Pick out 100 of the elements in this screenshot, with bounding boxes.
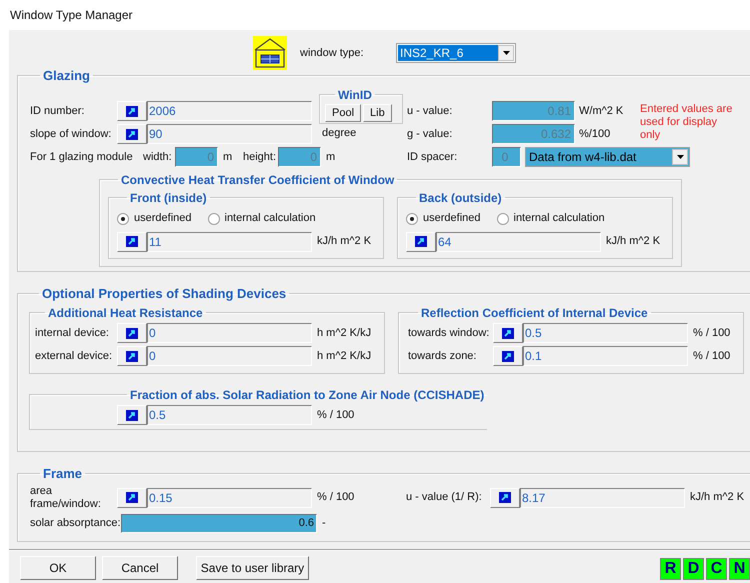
field-label: u - value: bbox=[407, 104, 452, 117]
readonly-field: 0.81 bbox=[492, 101, 575, 121]
unit-label: % / 100 bbox=[693, 350, 730, 362]
arrow-icon bbox=[126, 106, 138, 116]
pick-button[interactable] bbox=[117, 405, 147, 425]
winid-button[interactable]: Pool bbox=[325, 104, 362, 122]
absorptance-field[interactable]: 0.6 bbox=[121, 514, 317, 533]
unit-label: %/100 bbox=[579, 128, 610, 140]
field-label: ID number: bbox=[30, 104, 84, 117]
readonly-field: 0.632 bbox=[492, 124, 575, 144]
readonly-field: 0 bbox=[492, 147, 521, 167]
unit-label: % / 100 bbox=[317, 408, 354, 421]
value-field[interactable]: 0 bbox=[147, 346, 312, 366]
mode-button[interactable]: C bbox=[706, 558, 727, 580]
dropdown[interactable]: INS2_KR_6 bbox=[396, 43, 516, 63]
pick-button[interactable] bbox=[117, 346, 147, 366]
field-label: u - value (1/ R): bbox=[406, 491, 482, 504]
dialog-button[interactable]: OK bbox=[20, 556, 96, 580]
unit-label: m bbox=[223, 150, 232, 163]
value-field[interactable]: 2006 bbox=[147, 101, 312, 121]
field-label: slope of window: bbox=[30, 128, 112, 140]
arrow-icon bbox=[502, 328, 514, 338]
arrow-icon bbox=[126, 128, 138, 140]
field-label: height: bbox=[243, 150, 276, 163]
radio-label: internal calculation bbox=[514, 211, 605, 226]
pick-button[interactable] bbox=[117, 101, 147, 121]
arrow-icon bbox=[126, 350, 138, 362]
group-title: WinID bbox=[337, 86, 373, 104]
house-icon bbox=[253, 36, 287, 70]
dialog-button[interactable]: Save to user library bbox=[196, 556, 309, 580]
arrow-icon bbox=[126, 492, 138, 503]
group-title: Additional Heat Resistance bbox=[47, 304, 204, 322]
unit-label: kJ/h m^2 K bbox=[690, 491, 744, 504]
unit-label: h m^2 K/kJ bbox=[317, 350, 372, 362]
group-title: Back (outside) bbox=[418, 190, 503, 206]
dialog-button[interactable]: Cancel bbox=[102, 556, 178, 580]
value-field[interactable]: 0.15 bbox=[147, 488, 312, 508]
pick-button[interactable] bbox=[490, 488, 520, 508]
mode-button[interactable]: R bbox=[660, 558, 681, 580]
field-label: For 1 glazing module bbox=[30, 150, 133, 163]
readonly-field: 0 bbox=[175, 147, 218, 167]
radio-button[interactable] bbox=[406, 212, 418, 224]
pick-button[interactable] bbox=[117, 488, 147, 508]
arrow-icon bbox=[499, 492, 511, 503]
arrow-icon bbox=[126, 236, 138, 247]
arrow-icon bbox=[126, 328, 138, 338]
pick-button[interactable] bbox=[117, 124, 147, 144]
unit-label: kJ/h m^2 K bbox=[317, 235, 372, 248]
unit-label: % / 100 bbox=[317, 491, 354, 504]
mode-button[interactable]: D bbox=[683, 558, 704, 580]
pick-button[interactable] bbox=[493, 346, 523, 366]
radio-button[interactable] bbox=[208, 212, 220, 224]
field-label: towards window: bbox=[408, 326, 490, 339]
group-title: Optional Properties of Shading Devices bbox=[41, 285, 288, 303]
group-title: Convective Heat Transfer Coefficient of Window bbox=[120, 172, 396, 188]
field-label: external device: bbox=[35, 350, 112, 362]
field-label: g - value: bbox=[407, 128, 452, 140]
unit-label: - bbox=[322, 517, 326, 530]
pick-button[interactable] bbox=[117, 323, 147, 343]
value-field[interactable]: 8.17 bbox=[520, 488, 685, 508]
value-field[interactable]: 64 bbox=[436, 232, 601, 252]
mode-button[interactable]: N bbox=[729, 558, 750, 580]
field-label: internal device: bbox=[35, 326, 109, 339]
readonly-field: 0 bbox=[278, 147, 321, 167]
unit-label: kJ/h m^2 K bbox=[606, 235, 660, 248]
radio-button[interactable] bbox=[496, 212, 508, 224]
group-title: Front (inside) bbox=[129, 190, 208, 206]
note-text: Entered values are used for display only bbox=[640, 102, 734, 142]
unit-label: m bbox=[326, 150, 336, 163]
value-field[interactable]: 90 bbox=[147, 124, 312, 144]
field-label: ID spacer: bbox=[407, 150, 458, 163]
value-field[interactable]: 0.5 bbox=[523, 323, 688, 343]
unit-label: degree bbox=[322, 126, 356, 138]
field-label: window type: bbox=[300, 46, 364, 59]
group-title: Frame bbox=[42, 465, 84, 483]
field-label: width: bbox=[143, 150, 172, 163]
radio-label: userdefined bbox=[423, 211, 480, 226]
dropdown[interactable]: Data from w4-lib.dat bbox=[525, 147, 690, 167]
unit-label: W/m^2 K bbox=[579, 104, 624, 117]
group-title: Fraction of abs. Solar Radiation to Zone Air Node (CCISHADE) bbox=[129, 386, 486, 404]
radio-button[interactable] bbox=[117, 212, 129, 224]
winid-button[interactable]: Lib bbox=[363, 104, 392, 122]
unit-label: h m^2 K/kJ bbox=[317, 326, 372, 339]
radio-label: userdefined bbox=[134, 211, 192, 226]
field-label: solar absorptance: bbox=[30, 517, 120, 530]
value-field[interactable]: 11 bbox=[147, 232, 312, 252]
pick-button[interactable] bbox=[117, 232, 147, 252]
arrow-icon bbox=[415, 236, 427, 247]
pick-button[interactable] bbox=[406, 232, 436, 252]
window-title: Window Type Manager bbox=[10, 7, 133, 24]
field-label: towards zone: bbox=[408, 350, 476, 362]
value-field[interactable]: 0.1 bbox=[523, 346, 688, 366]
arrow-icon bbox=[126, 410, 138, 420]
group-title: Glazing bbox=[42, 67, 91, 85]
group-title: Reflection Coefficient of Internal Device bbox=[420, 304, 649, 322]
value-field[interactable]: 0 bbox=[147, 323, 312, 343]
pick-button[interactable] bbox=[493, 323, 523, 343]
value-field[interactable]: 0.5 bbox=[147, 405, 312, 425]
arrow-icon bbox=[502, 350, 514, 362]
radio-label: internal calculation bbox=[224, 211, 316, 226]
